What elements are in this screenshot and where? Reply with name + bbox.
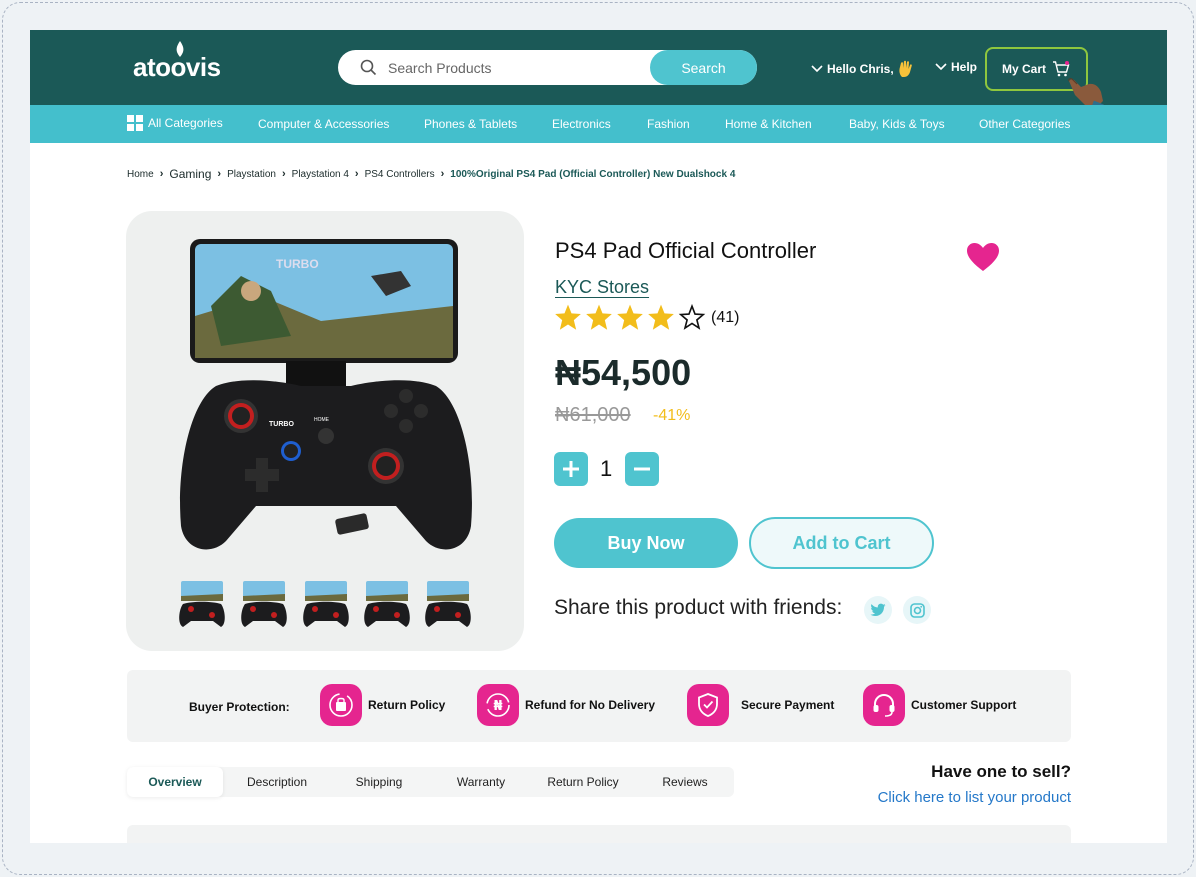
product-tabs: Overview Description Shipping Warranty R…: [127, 767, 734, 797]
nav-other-categories[interactable]: Other Categories: [979, 117, 1070, 131]
buyer-protection-bar: Buyer Protection: Return Policy ₦ Refund…: [127, 670, 1071, 742]
star-filled-icon: [555, 304, 581, 330]
return-policy-label: Return Policy: [368, 698, 446, 712]
cart-label: My Cart: [1002, 62, 1047, 76]
secure-payment-item[interactable]: Secure Payment: [687, 684, 834, 726]
tab-shipping[interactable]: Shipping: [328, 767, 430, 797]
chevron-down-icon: [935, 63, 947, 71]
tab-description[interactable]: Description: [226, 767, 328, 797]
chevron-down-icon: [811, 65, 823, 73]
refund-item[interactable]: ₦ Refund for No Delivery: [477, 684, 655, 726]
return-policy-item[interactable]: Return Policy: [320, 684, 445, 726]
thumbnail[interactable]: [177, 579, 227, 629]
chevron-right-icon: ›: [281, 168, 286, 180]
tab-reviews[interactable]: Reviews: [634, 767, 736, 797]
nav-baby-kids-toys[interactable]: Baby, Kids & Toys: [849, 117, 945, 131]
breadcrumb-ps4-controllers[interactable]: PS4 Controllers: [365, 169, 435, 180]
svg-text:₦: ₦: [493, 699, 502, 714]
product-page: atoovis Search Hello Chris, Help My Cart…: [30, 30, 1167, 843]
sell-heading: Have one to sell?: [931, 762, 1071, 781]
return-policy-icon: [320, 684, 362, 726]
tab-overview[interactable]: Overview: [127, 767, 223, 797]
nav-fashion[interactable]: Fashion: [647, 117, 690, 131]
wishlist-heart-icon[interactable]: [966, 242, 1000, 272]
naira-refund-icon: ₦: [477, 684, 519, 726]
buy-now-button[interactable]: Buy Now: [554, 518, 738, 568]
star-filled-icon: [617, 304, 643, 330]
buyer-protection-label: Buyer Protection:: [189, 700, 290, 714]
old-price: ₦61,000: [555, 404, 631, 426]
quantity-increase-button[interactable]: [554, 452, 588, 486]
refund-label: Refund for No Delivery: [525, 698, 656, 712]
nav-electronics[interactable]: Electronics: [552, 117, 611, 131]
thumbnail[interactable]: [301, 579, 351, 629]
quantity-value[interactable]: 1: [600, 456, 612, 482]
breadcrumb-current: 100%Original PS4 Pad (Official Controlle…: [450, 168, 736, 180]
waving-hand-icon: [899, 60, 912, 77]
grid-icon: [127, 115, 143, 131]
category-nav: All Categories Computer & Accessories Ph…: [30, 105, 1167, 143]
add-to-cart-button[interactable]: Add to Cart: [749, 517, 934, 569]
nav-all-categories[interactable]: All Categories: [127, 115, 223, 131]
chevron-right-icon: ›: [440, 168, 445, 180]
nav-label: All Categories: [148, 116, 223, 130]
headset-icon: [863, 684, 905, 726]
tab-content-panel: [127, 825, 1071, 843]
svg-text:TURBO: TURBO: [276, 257, 319, 271]
store-link[interactable]: KYC Stores: [555, 277, 649, 298]
nav-home-kitchen[interactable]: Home & Kitchen: [725, 117, 812, 131]
customer-support-item[interactable]: Customer Support: [863, 684, 1016, 726]
nav-computer-accessories[interactable]: Computer & Accessories: [258, 117, 389, 131]
breadcrumb: Home › Gaming › Playstation › Playstation 4…: [127, 167, 735, 181]
discount-badge: -41%: [653, 407, 691, 424]
tab-warranty[interactable]: Warranty: [430, 767, 532, 797]
twitter-icon: [870, 603, 886, 616]
top-header: atoovis Search Hello Chris, Help My Cart: [30, 30, 1167, 110]
shield-icon: [687, 684, 729, 726]
chevron-right-icon: ›: [354, 168, 359, 180]
logo-leaf-icon: [176, 41, 184, 57]
star-filled-icon: [586, 304, 612, 330]
thumbnail[interactable]: [362, 579, 412, 629]
product-main-image[interactable]: TURBO TURBO HOME: [171, 236, 481, 561]
thumbnail[interactable]: [239, 579, 289, 629]
plus-icon: [563, 461, 579, 477]
chevron-right-icon: ›: [217, 168, 222, 180]
breadcrumb-playstation-4[interactable]: Playstation 4: [292, 169, 349, 180]
secure-payment-label: Secure Payment: [741, 698, 835, 712]
breadcrumb-home[interactable]: Home: [127, 169, 154, 180]
share-label: Share this product with friends:: [554, 596, 843, 619]
breadcrumb-playstation[interactable]: Playstation: [227, 169, 276, 180]
customer-support-label: Customer Support: [911, 698, 1017, 712]
product-image-card: TURBO TURBO HOME: [126, 211, 524, 651]
star-outline-icon: [678, 304, 706, 330]
svg-text:TURBO: TURBO: [269, 421, 294, 428]
current-price: ₦54,500: [555, 352, 692, 393]
help-label: Help: [951, 60, 978, 74]
search-input[interactable]: [388, 58, 638, 78]
greeting-label: Hello Chris,: [827, 62, 894, 76]
svg-text:HOME: HOME: [314, 417, 330, 423]
search-icon: [360, 59, 377, 76]
quantity-decrease-button[interactable]: [625, 452, 659, 486]
rating: (41): [554, 304, 739, 331]
chevron-right-icon: ›: [159, 168, 164, 180]
instagram-icon: [909, 602, 925, 618]
help-menu[interactable]: Help: [935, 60, 977, 74]
star-filled-icon: [648, 304, 674, 330]
search-button[interactable]: Search: [650, 50, 757, 85]
nav-phones-tablets[interactable]: Phones & Tablets: [424, 117, 517, 131]
product-title: PS4 Pad Official Controller: [555, 238, 817, 263]
instagram-share-button[interactable]: [903, 596, 931, 624]
tab-return-policy[interactable]: Return Policy: [532, 767, 634, 797]
account-menu[interactable]: Hello Chris,: [811, 60, 914, 78]
search-bar: Search: [338, 50, 757, 85]
breadcrumb-gaming[interactable]: Gaming: [169, 167, 211, 181]
rating-count[interactable]: (41): [711, 309, 739, 327]
twitter-share-button[interactable]: [864, 596, 892, 624]
thumbnail[interactable]: [423, 579, 473, 629]
list-product-link[interactable]: Click here to list your product: [878, 789, 1071, 806]
minus-icon: [634, 467, 650, 471]
